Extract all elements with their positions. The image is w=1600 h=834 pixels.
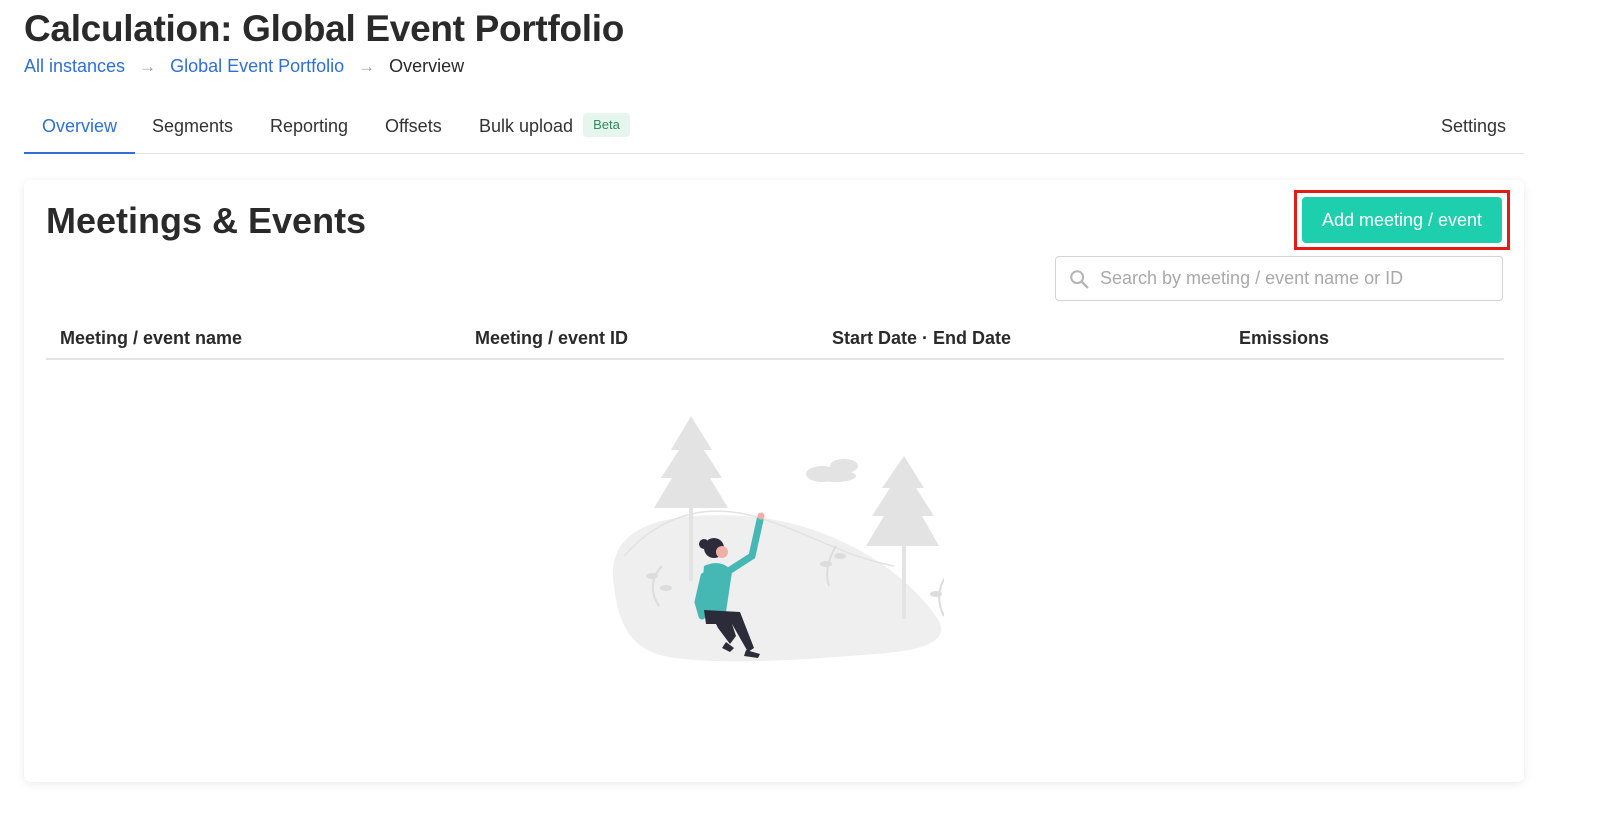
arrow-right-icon: →	[139, 56, 157, 76]
tab-bulk-upload[interactable]: Bulk upload Beta	[461, 106, 648, 154]
add-meeting-event-button[interactable]: Add meeting / event	[1302, 197, 1502, 243]
beta-badge: Beta	[583, 113, 630, 138]
search-field[interactable]	[1055, 256, 1503, 301]
breadcrumb: All instances → Global Event Portfolio →…	[24, 56, 464, 77]
breadcrumb-link-global-event-portfolio[interactable]: Global Event Portfolio	[170, 56, 344, 77]
tab-overview[interactable]: Overview	[24, 106, 136, 154]
breadcrumb-current: Overview	[389, 56, 465, 76]
empty-state-illustration	[612, 416, 944, 662]
table-header: Meeting / event name Meeting / event ID …	[46, 320, 1504, 360]
tab-label: Settings	[1440, 116, 1506, 136]
search-icon	[1070, 270, 1089, 289]
meetings-events-card: Meetings & Events Add meeting / event Me…	[24, 180, 1524, 782]
arrow-right-icon: →	[358, 56, 376, 76]
column-header-id: Meeting / event ID	[475, 328, 629, 348]
tab-label: Offsets	[385, 116, 442, 136]
page: Calculation: Global Event Portfolio All …	[0, 0, 1600, 834]
tab-settings[interactable]: Settings	[1423, 106, 1524, 154]
page-title: Calculation: Global Event Portfolio	[24, 8, 625, 49]
breadcrumb-link-all-instances[interactable]: All instances	[24, 56, 125, 77]
search-input[interactable]	[1100, 257, 1496, 300]
section-title: Meetings & Events	[46, 200, 367, 241]
column-header-emissions: Emissions	[1239, 328, 1330, 348]
tab-reporting[interactable]: Reporting	[252, 106, 366, 154]
tab-label: Reporting	[270, 116, 349, 136]
column-header-name: Meeting / event name	[60, 328, 243, 348]
tab-label: Segments	[152, 116, 234, 136]
tab-offsets[interactable]: Offsets	[367, 106, 460, 154]
tab-label: Overview	[42, 116, 118, 136]
tab-segments[interactable]: Segments	[134, 106, 251, 154]
tab-bar: Overview Segments Reporting Offsets Bulk…	[24, 106, 1524, 154]
column-header-dates: Start Date · End Date	[832, 328, 1012, 348]
tab-label: Bulk upload	[479, 116, 574, 136]
